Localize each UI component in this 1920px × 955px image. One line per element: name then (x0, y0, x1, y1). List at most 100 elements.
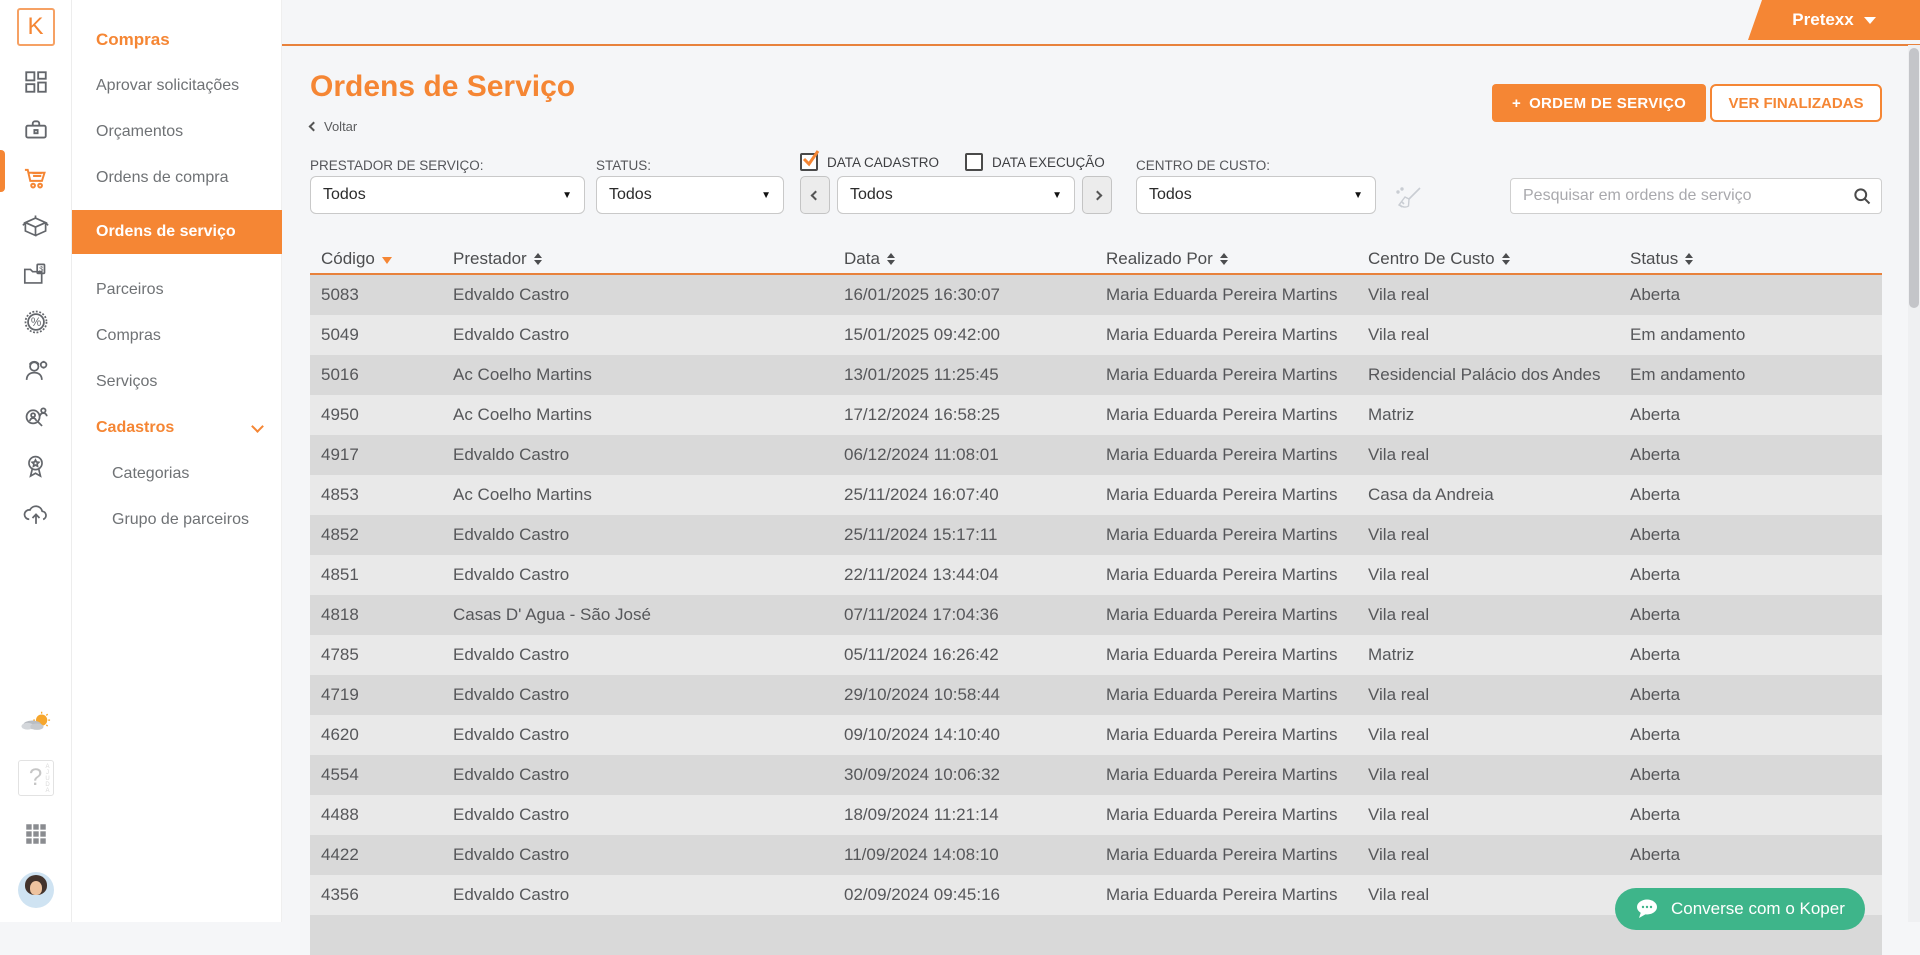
cell-prestador: Edvaldo Castro (453, 285, 570, 304)
sidebar-item-label: Grupo de parceiros (112, 511, 249, 528)
centro-custo-value: Todos (1149, 186, 1192, 203)
table-header-row: Código Prestador Data Realizado Por Centro D… (310, 245, 1882, 275)
user-avatar[interactable] (17, 872, 54, 908)
cell-codigo: 4851 (321, 565, 359, 584)
column-header-status[interactable]: Status (1630, 245, 1882, 273)
prestador-select[interactable]: Todos ▼ (310, 176, 585, 214)
cell-data: 17/12/2024 16:58:25 (844, 405, 1000, 424)
table-body: 5083 Edvaldo Castro 16/01/2025 16:30:07 Mar… (310, 275, 1882, 955)
worker-icon[interactable] (21, 355, 51, 385)
table-row[interactable]: 4852 Edvaldo Castro 25/11/2024 15:17:11 Mar… (310, 515, 1882, 555)
table-row[interactable]: 5083 Edvaldo Castro 16/01/2025 16:30:07 Mar… (310, 275, 1882, 315)
table-row[interactable]: 4853 Ac Coelho Martins 25/11/2024 16:07:40… (310, 475, 1882, 515)
weather-icon[interactable] (20, 707, 51, 737)
cell-realizado-por: Maria Eduarda Pereira Martins (1106, 605, 1338, 624)
help-vertical-label: AJUDA (44, 764, 51, 794)
cell-realizado-por: Maria Eduarda Pereira Martins (1106, 685, 1338, 704)
search-icon[interactable] (1852, 186, 1872, 206)
status-label: STATUS: (596, 158, 652, 173)
sort-icon (1685, 253, 1694, 265)
table-row[interactable]: 4488 Edvaldo Castro 18/09/2024 11:21:14 Mar… (310, 795, 1882, 835)
table-row[interactable]: 4917 Edvaldo Castro 06/12/2024 11:08:01 Mar… (310, 435, 1882, 475)
cell-codigo: 4554 (321, 765, 359, 784)
discount-icon[interactable]: % (21, 307, 51, 337)
sidebar-item-servicos[interactable]: Serviços (72, 372, 282, 392)
partner-search-icon[interactable] (21, 403, 51, 433)
cell-prestador: Edvaldo Castro (453, 805, 570, 824)
table-row[interactable]: 5016 Ac Coelho Martins 13/01/2025 11:25:45… (310, 355, 1882, 395)
cell-status: Aberta (1630, 605, 1681, 624)
scrollbar-thumb[interactable] (1909, 48, 1919, 308)
cell-data: 18/09/2024 11:21:14 (844, 805, 999, 824)
cell-prestador: Edvaldo Castro (453, 445, 570, 464)
cell-realizado-por: Maria Eduarda Pereira Martins (1106, 725, 1338, 744)
cell-prestador: Edvaldo Castro (453, 525, 570, 544)
sidebar-item-ordens-de-compra[interactable]: Ordens de compra (72, 168, 282, 188)
package-icon[interactable] (21, 211, 51, 241)
cell-prestador: Casas D' Agua - São José (453, 605, 651, 624)
back-link[interactable]: Voltar (308, 119, 357, 134)
table-row[interactable]: 4785 Edvaldo Castro 05/11/2024 16:26:42 Mar… (310, 635, 1882, 675)
cell-codigo: 5049 (321, 325, 359, 344)
app-logo[interactable]: K (16, 8, 55, 46)
sidebar-item-cadastros[interactable]: Cadastros (72, 418, 282, 438)
sidebar-item-grupo-de-parceiros[interactable]: Grupo de parceiros (72, 510, 282, 530)
table-row[interactable]: 4851 Edvaldo Castro 22/11/2024 13:44:04 Mar… (310, 555, 1882, 595)
purchases-cart-icon[interactable] (21, 163, 51, 193)
table-row[interactable]: 4554 Edvaldo Castro 30/09/2024 10:06:32 Mar… (310, 755, 1882, 795)
data-cadastro-checkbox[interactable]: DATA CADASTRO (800, 150, 939, 171)
centro-custo-select[interactable]: Todos ▼ (1136, 176, 1376, 214)
view-finished-button[interactable]: VER FINALIZADAS (1710, 84, 1882, 122)
sidebar-item-orcamentos[interactable]: Orçamentos (72, 122, 282, 142)
finance-folder-icon[interactable]: $ (21, 259, 51, 289)
clear-filters-icon[interactable] (1390, 180, 1424, 214)
cell-status: Aberta (1630, 525, 1681, 544)
cell-codigo: 4785 (321, 645, 359, 664)
dashboard-icon[interactable] (21, 67, 51, 97)
cell-realizado-por: Maria Eduarda Pereira Martins (1106, 565, 1338, 584)
new-service-order-button[interactable]: + ORDEM DE SERVIÇO (1492, 84, 1707, 122)
sidebar-item-label: Serviços (96, 373, 158, 390)
apps-grid-icon[interactable] (21, 819, 51, 849)
table-row[interactable]: 4719 Edvaldo Castro 29/10/2024 10:58:44 Mar… (310, 675, 1882, 715)
previous-period-button[interactable] (800, 176, 830, 214)
page-scrollbar[interactable] (1908, 45, 1920, 922)
sort-icon (886, 253, 895, 265)
chat-button[interactable]: Converse com o Koper (1615, 888, 1865, 930)
org-switcher[interactable]: Pretexx (1748, 0, 1920, 40)
column-header-prestador[interactable]: Prestador (453, 245, 844, 273)
search-input[interactable] (1510, 178, 1882, 214)
column-header-codigo[interactable]: Código (310, 245, 453, 273)
prestador-label: PRESTADOR DE SERVIÇO: (310, 158, 484, 173)
status-select[interactable]: Todos ▼ (596, 176, 784, 214)
help-icon[interactable]: ? AJUDA (17, 760, 54, 796)
sidebar-item-categorias[interactable]: Categorias (72, 464, 282, 484)
table-row[interactable]: 4620 Edvaldo Castro 09/10/2024 14:10:40 Mar… (310, 715, 1882, 755)
cell-data: 11/09/2024 14:08:10 (844, 845, 999, 864)
column-header-realizado-por[interactable]: Realizado Por (1106, 245, 1368, 273)
sidebar-item-label: Ordens de compra (96, 169, 229, 186)
column-header-data[interactable]: Data (844, 245, 1106, 273)
cloud-upload-icon[interactable] (21, 499, 51, 529)
table-row[interactable]: 4818 Casas D' Agua - São José 07/11/2024 1… (310, 595, 1882, 635)
cell-realizado-por: Maria Eduarda Pereira Martins (1106, 325, 1338, 344)
cell-prestador: Edvaldo Castro (453, 885, 570, 904)
next-period-button[interactable] (1082, 176, 1112, 214)
table-row[interactable]: 4950 Ac Coelho Martins 17/12/2024 16:58:25… (310, 395, 1882, 435)
sidebar-item-compras[interactable]: Compras (72, 326, 282, 346)
award-icon[interactable] (21, 451, 51, 481)
prestador-select-value: Todos (323, 186, 366, 203)
date-period-value: Todos (850, 186, 893, 203)
date-period-select[interactable]: Todos ▼ (837, 176, 1075, 214)
table-row[interactable]: 4422 Edvaldo Castro 11/09/2024 14:08:10 Mar… (310, 835, 1882, 875)
cell-centro-de-custo: Vila real (1368, 805, 1430, 824)
data-execucao-checkbox[interactable]: DATA EXECUÇÃO (965, 153, 1105, 171)
table-row[interactable]: 5049 Edvaldo Castro 15/01/2025 09:42:00 Mar… (310, 315, 1882, 355)
column-header-centro-de-custo[interactable]: Centro De Custo (1368, 245, 1630, 273)
sidebar-item-aprovar-solicitacoes[interactable]: Aprovar solicitações (72, 76, 282, 96)
cell-realizado-por: Maria Eduarda Pereira Martins (1106, 285, 1338, 304)
sidebar-item-parceiros[interactable]: Parceiros (72, 280, 282, 300)
briefcase-icon[interactable] (21, 115, 51, 145)
view-finished-label: VER FINALIZADAS (1728, 94, 1864, 112)
sidebar-item-ordens-de-servico[interactable]: Ordens de serviço (72, 210, 282, 254)
